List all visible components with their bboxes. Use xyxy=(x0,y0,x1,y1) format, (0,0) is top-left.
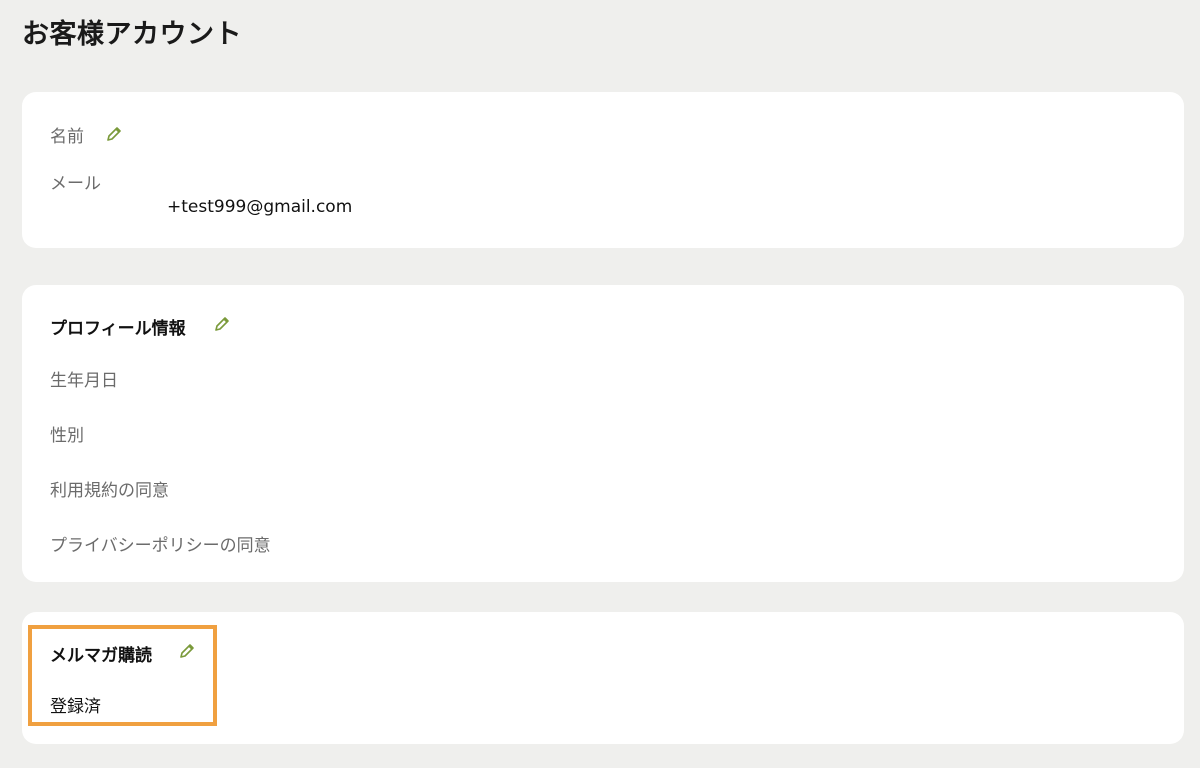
highlight-annotation-box xyxy=(28,625,217,726)
terms-consent-label: 利用規約の同意 xyxy=(50,481,169,501)
gender-label: 性別 xyxy=(50,426,84,446)
edit-profile-pencil-icon[interactable] xyxy=(212,314,232,334)
name-label: 名前 xyxy=(50,127,84,147)
profile-card: プロフィール情報 生年月日 性別 利用規約の同意 プライバシーポリシーの同意 xyxy=(22,285,1184,582)
page-title: お客様アカウント xyxy=(22,19,242,50)
profile-heading: プロフィール情報 xyxy=(50,319,186,339)
email-label: メール xyxy=(50,174,101,194)
birthday-label: 生年月日 xyxy=(50,371,118,391)
account-card: 名前 メール +test999@gmail.com xyxy=(22,92,1184,248)
email-value: +test999@gmail.com xyxy=(167,197,353,217)
edit-name-pencil-icon[interactable] xyxy=(104,124,124,144)
privacy-consent-label: プライバシーポリシーの同意 xyxy=(50,536,271,556)
